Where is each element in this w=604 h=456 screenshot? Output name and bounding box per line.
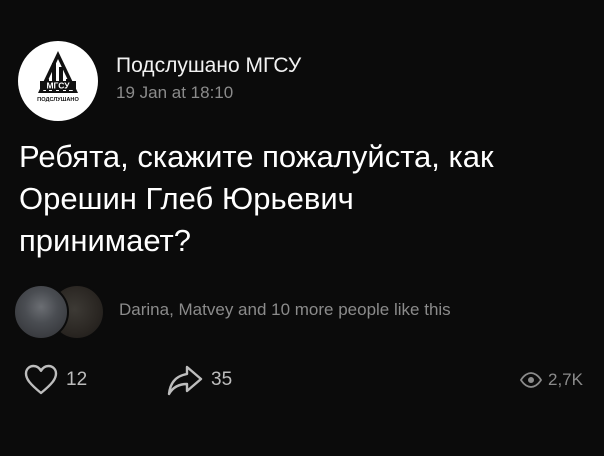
mgsu-logo-icon: МГСУ ПОДСЛУШАНО [37, 51, 79, 103]
post-text-line: Орешин Глеб Юрьевич [19, 181, 354, 216]
liker-avatars [13, 282, 109, 340]
heart-icon [24, 364, 58, 395]
logo-top-text: МГСУ [46, 81, 70, 91]
views-count: 2,7K [548, 370, 583, 389]
shares-count: 35 [211, 369, 233, 390]
liker-avatar [13, 284, 69, 340]
author-name[interactable]: Подслушано МГСУ [116, 53, 301, 79]
likes-count: 12 [66, 369, 88, 390]
likers-row[interactable]: Darina, Matvey and 10 more people like t… [13, 280, 451, 340]
community-avatar[interactable]: МГСУ ПОДСЛУШАНО [18, 41, 98, 121]
post-header: МГСУ ПОДСЛУШАНО Подслушано МГСУ 19 Jan a… [18, 41, 301, 121]
like-button[interactable]: 12 [24, 362, 87, 398]
views-indicator: 2,7K [520, 362, 583, 398]
post-timestamp[interactable]: 19 Jan at 18:10 [116, 81, 301, 105]
likers-text: Darina, Matvey and 10 more people like t… [119, 300, 451, 319]
post-text-line: принимает? [19, 223, 191, 258]
post-text: Ребята, скажите пожалуйста, как Орешин Г… [19, 136, 589, 262]
post-card: МГСУ ПОДСЛУШАНО Подслушано МГСУ 19 Jan a… [0, 0, 604, 456]
post-actions: 12 35 2,7K [0, 362, 604, 398]
logo-bottom-text: ПОДСЛУШАНО [37, 97, 79, 103]
post-meta: Подслушано МГСУ 19 Jan at 18:10 [116, 53, 301, 105]
share-arrow-icon [167, 365, 203, 396]
share-button[interactable]: 35 [167, 362, 232, 398]
post-text-line: Ребята, скажите пожалуйста, как [19, 139, 494, 174]
eye-icon [520, 372, 542, 388]
